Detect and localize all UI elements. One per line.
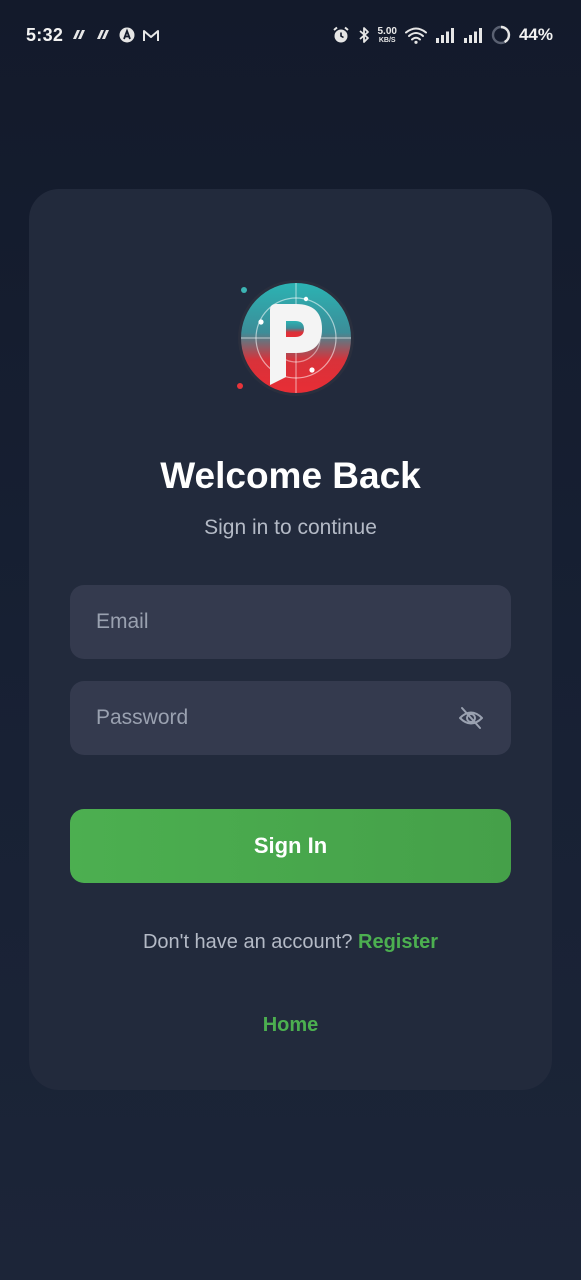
notification-app-icon [119,27,135,43]
register-row: Don't have an account? Register [29,931,552,954]
alarm-icon [332,26,350,44]
status-bar: 5:32 5.00 KB/S 44% [0,0,581,70]
register-link[interactable]: Register [358,931,438,953]
status-right: 5.00 KB/S 44% [332,25,553,45]
page-title: Welcome Back [160,455,421,496]
battery-percent: 44% [518,25,553,44]
gmail-icon [143,29,160,42]
login-card: P Welcome Back Sign in to continue Sign … [29,189,552,1090]
home-link[interactable]: Home [29,1014,552,1037]
network-speed-value: 5.00 [377,25,397,37]
status-left: 5:32 [26,24,160,46]
app-logo: P [232,277,356,401]
wifi-icon [404,27,427,44]
email-field-container [70,585,511,659]
signal-icon [435,27,455,44]
notification-app-icon [95,28,111,42]
sign-in-button[interactable]: Sign In [70,809,511,883]
status-time: 5:32 [26,24,64,45]
register-prompt: Don't have an account? [142,931,359,953]
bluetooth-icon [358,26,370,44]
email-field[interactable] [96,610,485,634]
network-speed-unit: KB/S [378,36,396,44]
battery-icon [491,25,511,45]
password-field-container [70,681,511,755]
page-subtitle: Sign in to continue [204,516,377,539]
eye-off-icon[interactable] [457,704,485,732]
password-field[interactable] [96,706,457,730]
network-speed: 5.00 KB/S [377,25,397,44]
notification-app-icon [71,28,87,42]
signal-icon [463,27,483,44]
